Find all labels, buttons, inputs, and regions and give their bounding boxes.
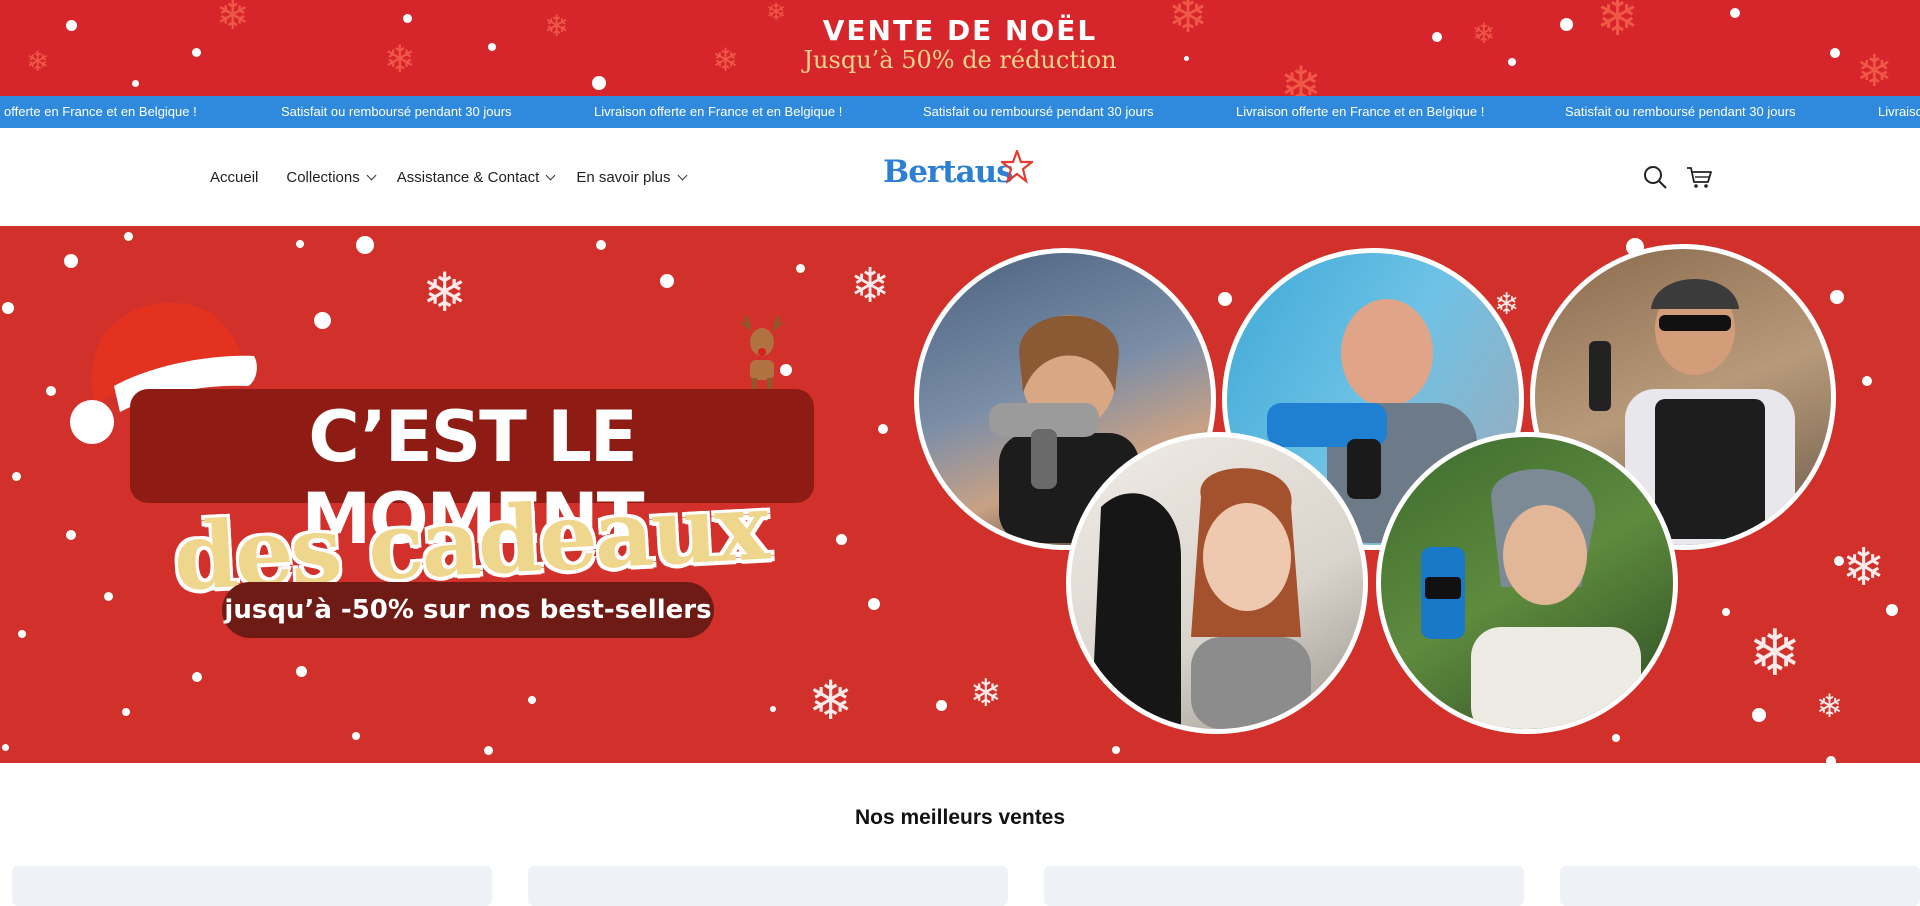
snow-dot bbox=[124, 232, 133, 241]
snow-dot bbox=[936, 700, 947, 711]
site-header: Accueil Collections Assistance & Contact… bbox=[0, 128, 1920, 227]
snow-dot bbox=[132, 80, 139, 87]
snow-dot bbox=[1862, 376, 1872, 386]
snowflake-icon: ❄ bbox=[1748, 617, 1802, 691]
snow-dot bbox=[596, 240, 606, 250]
logo-text: Bertaus bbox=[883, 154, 1014, 190]
snow-dot bbox=[528, 696, 536, 704]
snow-dot bbox=[484, 746, 493, 755]
chevron-down-icon bbox=[677, 170, 687, 180]
snow-dot bbox=[314, 312, 331, 329]
cart-icon bbox=[1687, 167, 1712, 188]
marquee-message: Satisfait ou remboursé pendant 30 jours bbox=[281, 104, 512, 119]
marquee-message: Livraison offerte en France et en Belgiq… bbox=[594, 104, 843, 119]
snowflake-icon: ❄ bbox=[1842, 538, 1886, 598]
nav-item-en-savoir-plus[interactable]: En savoir plus bbox=[576, 168, 687, 186]
snow-dot bbox=[1886, 604, 1898, 616]
snow-dot bbox=[192, 672, 202, 682]
snowflake-icon: ❄ bbox=[422, 261, 468, 324]
snow-dot bbox=[1830, 290, 1844, 304]
marquee-message: Satisfait ou remboursé pendant 30 jours bbox=[1565, 104, 1796, 119]
snow-dot bbox=[1826, 756, 1836, 763]
chevron-down-icon bbox=[366, 170, 377, 180]
nav-item-label: Assistance & Contact bbox=[396, 168, 540, 186]
snow-dot bbox=[18, 630, 26, 638]
nav-item-label: Accueil bbox=[210, 168, 259, 186]
snow-dot bbox=[1752, 708, 1766, 722]
product-card[interactable] bbox=[1044, 866, 1524, 906]
snow-dot bbox=[12, 472, 21, 481]
marquee-message: Livraison offerte en France et en Belgiq… bbox=[1236, 104, 1485, 119]
search-button[interactable] bbox=[1640, 162, 1670, 192]
announcement-marquee: offerte en France et en Belgique ! Satis… bbox=[0, 96, 1920, 128]
reindeer-icon bbox=[741, 315, 783, 390]
snow-dot bbox=[66, 530, 76, 540]
snow-dot bbox=[1112, 746, 1120, 754]
snow-dot bbox=[868, 598, 880, 610]
customer-photo-pruner bbox=[1376, 432, 1678, 734]
snowflake-icon: ❄ bbox=[1816, 687, 1843, 725]
snow-dot bbox=[878, 424, 888, 434]
cart-button[interactable] bbox=[1684, 162, 1714, 192]
chevron-down-icon bbox=[545, 170, 556, 180]
snow-dot bbox=[1722, 608, 1730, 616]
snow-dot bbox=[796, 264, 805, 273]
nav-item-assistance-contact[interactable]: Assistance & Contact bbox=[396, 168, 556, 186]
promo-subtitle: Jusqu’à 50% de réduction bbox=[803, 46, 1117, 74]
hero-banner[interactable]: ❄ ❄ ❄ ❄ ❄ ❄ ❄ ❄ C’EST LE MOMENT des cade… bbox=[0, 226, 1920, 763]
main-nav: Accueil Collections Assistance & Contact… bbox=[210, 128, 708, 226]
marquee-message: offerte en France et en Belgique ! bbox=[4, 104, 197, 119]
snow-dot bbox=[356, 236, 374, 254]
snowflake-icon: ❄ bbox=[850, 258, 891, 314]
snow-dot bbox=[2, 744, 9, 751]
best-sellers-title: Nos meilleurs ventes bbox=[854, 806, 1066, 829]
snow-dot bbox=[104, 592, 113, 601]
snowflake-icon: ❄ bbox=[808, 669, 854, 732]
snow-dot bbox=[46, 386, 56, 396]
snowflake-icon: ❄ bbox=[970, 671, 1002, 715]
snow-dot bbox=[64, 254, 78, 268]
snow-dot bbox=[296, 240, 304, 248]
snow-dot bbox=[296, 666, 307, 677]
site-logo[interactable]: Bertaus bbox=[883, 150, 1033, 200]
nav-item-accueil[interactable]: Accueil bbox=[210, 169, 258, 186]
nav-item-label: Collections bbox=[286, 168, 360, 186]
hero-subline: jusqu’à -50% sur nos best-sellers bbox=[222, 582, 714, 638]
nav-item-label: En savoir plus bbox=[576, 168, 671, 186]
marquee-message: Satisfait ou remboursé pendant 30 jours bbox=[923, 104, 1154, 119]
snow-dot bbox=[660, 274, 674, 288]
marquee-message: Livraiso bbox=[1878, 104, 1920, 119]
snow-dot bbox=[1218, 292, 1232, 306]
snow-dot bbox=[352, 732, 360, 740]
search-icon bbox=[1644, 166, 1667, 189]
promo-title: VENTE DE NOËL bbox=[822, 14, 1098, 47]
product-card[interactable] bbox=[12, 866, 492, 906]
product-card[interactable] bbox=[1560, 866, 1920, 906]
product-card[interactable] bbox=[528, 866, 1008, 906]
snow-dot bbox=[2, 302, 14, 314]
star-icon bbox=[1001, 150, 1033, 184]
snow-dot bbox=[1612, 734, 1620, 742]
promo-banner: ❄ ❄ ❄ ❄ ❄ ❄ ❄ ❄ ❄ ❄ ❄ VENTE DE NOËL Jusq… bbox=[0, 0, 1920, 96]
customer-photo-towel bbox=[1066, 432, 1368, 734]
snow-dot bbox=[770, 706, 776, 712]
snow-dot bbox=[592, 76, 606, 90]
nav-item-collections[interactable]: Collections bbox=[286, 168, 377, 186]
snow-dot bbox=[122, 708, 130, 716]
snow-dot bbox=[836, 534, 847, 545]
